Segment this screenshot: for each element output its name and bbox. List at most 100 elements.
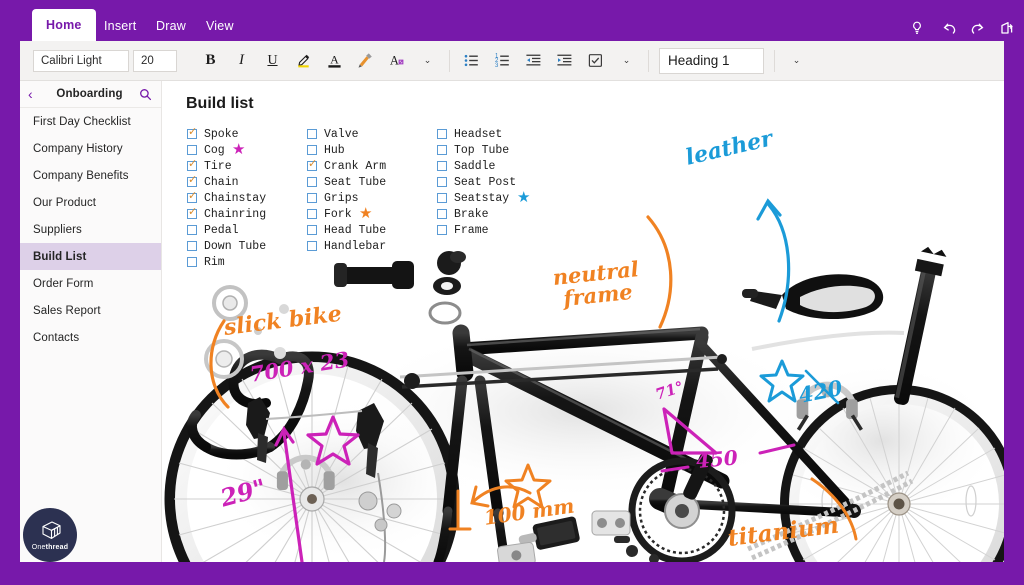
font-options-chevron[interactable]: ⌄ (414, 48, 441, 74)
checklist-item-label: Top Tube (454, 143, 510, 157)
checkbox-icon[interactable] (437, 225, 447, 235)
checklist-item[interactable]: Hub (307, 142, 386, 158)
checklist-item[interactable]: Top Tube (437, 142, 516, 158)
checkbox-icon[interactable] (307, 145, 317, 155)
checklist-item[interactable]: Pedal (187, 222, 266, 238)
notebook-title: Onboarding (56, 88, 123, 100)
checkbox-icon[interactable] (437, 129, 447, 139)
checklist-item[interactable]: Headset (437, 126, 516, 142)
tab-home[interactable]: Home (32, 9, 96, 41)
checklist-item[interactable]: Rim (187, 254, 266, 270)
checkbox-icon[interactable] (307, 225, 317, 235)
checkbox-icon[interactable] (437, 193, 447, 203)
checkbox-icon[interactable] (437, 161, 447, 171)
increase-indent-button[interactable] (551, 48, 578, 74)
checklist-column-2: Valve Hub Crank Arm Seat Tube Grips Fork ★Head… (307, 126, 386, 254)
paragraph-options-chevron[interactable]: ⌄ (613, 48, 640, 74)
checklist-item[interactable]: Spoke (187, 126, 266, 142)
checkbox-icon[interactable] (437, 209, 447, 219)
underline-button[interactable]: U (259, 48, 286, 74)
format-painter-button[interactable] (352, 48, 379, 74)
checkbox-icon[interactable] (187, 225, 197, 235)
todo-tag-button[interactable] (582, 48, 609, 74)
checklist-item-label: Spoke (204, 127, 239, 141)
undo-icon[interactable] (938, 17, 960, 39)
sidebar-item-company-benefits[interactable]: Company Benefits (20, 162, 161, 189)
ink-700x23: 700 x 23 (248, 346, 351, 387)
font-color-button[interactable]: A (321, 48, 348, 74)
checkbox-checked-icon[interactable] (187, 190, 197, 203)
italic-button[interactable]: I (228, 48, 255, 74)
font-size-input[interactable]: 20 (133, 49, 177, 72)
checklist-item-label: Chainring (204, 207, 267, 221)
checkbox-icon[interactable] (187, 257, 197, 267)
checklist-item-label: Brake (454, 207, 489, 221)
checklist-item[interactable]: Crank Arm (307, 158, 386, 174)
checklist-item-label: Handlebar (324, 239, 387, 253)
sidebar-item-order-form[interactable]: Order Form (20, 270, 161, 297)
clear-formatting-button[interactable]: A (383, 48, 410, 74)
checklist-item[interactable]: Down Tube (187, 238, 266, 254)
checkbox-icon[interactable] (187, 241, 197, 251)
checklist-item-label: Crank Arm (324, 159, 387, 173)
bold-button[interactable]: B (197, 48, 224, 74)
sidebar-item-company-history[interactable]: Company History (20, 135, 161, 162)
checkbox-icon[interactable] (307, 193, 317, 203)
checklist-item[interactable]: Chainstay (187, 190, 266, 206)
ink-420: 420 (796, 374, 845, 408)
redo-icon[interactable] (966, 17, 988, 39)
sidebar-item-suppliers[interactable]: Suppliers (20, 216, 161, 243)
paragraph-style-select[interactable]: Heading 1 (659, 47, 764, 74)
checklist-item-label: Frame (454, 223, 489, 237)
checkbox-icon[interactable] (307, 129, 317, 139)
back-icon[interactable]: ‹ (28, 86, 42, 102)
checklist-item[interactable]: Brake (437, 206, 516, 222)
tab-view[interactable]: View (192, 11, 248, 41)
checklist-item[interactable]: Valve (307, 126, 386, 142)
checkbox-checked-icon[interactable] (307, 158, 317, 171)
checklist-item[interactable]: Seat Post (437, 174, 516, 190)
checklist-item[interactable]: Cog ★ (187, 142, 266, 158)
sidebar-item-build-list[interactable]: Build List (20, 243, 161, 270)
highlight-button[interactable] (290, 48, 317, 74)
checklist-item[interactable]: Grips (307, 190, 386, 206)
numbering-button[interactable]: 1 2 3 (489, 48, 516, 74)
style-options-chevron[interactable]: ⌄ (783, 48, 810, 74)
tell-me-icon[interactable] (906, 17, 928, 39)
sidebar-item-sales-report[interactable]: Sales Report (20, 297, 161, 324)
checkbox-checked-icon[interactable] (187, 174, 197, 187)
checklist-column-3: Headset Top Tube Saddle Seat Post Seatstay ★ B… (437, 126, 530, 238)
sidebar-item-our-product[interactable]: Our Product (20, 189, 161, 216)
font-name-input[interactable]: Calibri Light (33, 49, 129, 72)
checkbox-checked-icon[interactable] (187, 206, 197, 219)
checklist-item[interactable]: Seatstay ★ (437, 190, 530, 206)
checklist-item[interactable]: Handlebar (307, 238, 386, 254)
checklist-item[interactable]: Fork ★ (307, 206, 386, 222)
checklist-item[interactable]: Saddle (437, 158, 516, 174)
checklist-item[interactable]: Chain (187, 174, 266, 190)
checklist-item[interactable]: Tire (187, 158, 266, 174)
checkbox-icon[interactable] (437, 177, 447, 187)
checklist-item-label: Seatstay (454, 191, 510, 205)
checkbox-checked-icon[interactable] (187, 158, 197, 171)
share-icon[interactable] (996, 17, 1018, 39)
checklist-item[interactable]: Frame (437, 222, 516, 238)
search-icon[interactable] (137, 88, 153, 101)
sidebar-item-contacts[interactable]: Contacts (20, 324, 161, 351)
checklist-item[interactable]: Chainring (187, 206, 266, 222)
checkbox-icon[interactable] (187, 145, 197, 155)
checkbox-icon[interactable] (307, 209, 317, 219)
page-canvas[interactable]: Build list SpokeCog★TireChainChainstayCh… (162, 81, 1004, 562)
checklist-item[interactable]: Seat Tube (307, 174, 386, 190)
decrease-indent-button[interactable] (520, 48, 547, 74)
svg-text:A: A (330, 53, 339, 67)
toolbar-divider-2 (648, 49, 649, 72)
checklist-item-label: Down Tube (204, 239, 267, 253)
bullets-button[interactable] (458, 48, 485, 74)
checkbox-icon[interactable] (307, 241, 317, 251)
checkbox-checked-icon[interactable] (187, 126, 197, 139)
checkbox-icon[interactable] (437, 145, 447, 155)
checklist-item[interactable]: Head Tube (307, 222, 386, 238)
sidebar-item-first-day-checklist[interactable]: First Day Checklist (20, 108, 161, 135)
checkbox-icon[interactable] (307, 177, 317, 187)
